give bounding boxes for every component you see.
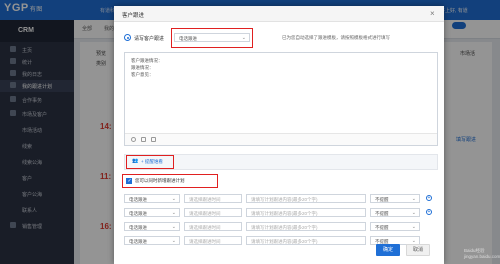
chevron-down-icon: ⌄: [411, 210, 416, 216]
plan-type-select[interactable]: 电话跟进 ⌄: [124, 236, 180, 245]
template-hint: 已为您自动选择了跟进模板，请按照模板格式进行填写: [282, 35, 390, 40]
plan-time-input[interactable]: 请选择跟进时间: [184, 222, 242, 231]
plan-checkbox-label: 您可以同时新增跟进计划: [135, 178, 185, 183]
plan-remind-select[interactable]: 不提醒 ⌄: [370, 208, 420, 217]
plan-type-select[interactable]: 电话跟进 ⌄: [124, 194, 180, 203]
add-row-icon[interactable]: +: [426, 209, 432, 215]
chevron-down-icon: ⌄: [171, 210, 176, 216]
add-row-icon[interactable]: +: [426, 195, 432, 201]
plan-remind-select[interactable]: 不提醒 ⌄: [370, 194, 420, 203]
template-label: 请写客户跟进: [134, 36, 165, 42]
modal-title: 客户跟进: [122, 13, 145, 19]
plan-content-input[interactable]: 请填写计划跟进内容(最多20个字): [246, 222, 366, 231]
plan-content-input[interactable]: 请填写计划跟进内容(最多20个字): [246, 236, 366, 245]
plan-content-input[interactable]: 请填写计划跟进内容(最多20个字): [246, 208, 366, 217]
template-radio[interactable]: [124, 34, 131, 41]
watermark: Baidu经验 jingyan.baidu.com: [464, 248, 500, 259]
close-icon[interactable]: ×: [430, 9, 435, 18]
mention-users-icon: 👥: [132, 158, 139, 164]
plan-time-input[interactable]: 请选择跟进时间: [184, 208, 242, 217]
plan-type-select[interactable]: 电话跟进 ⌄: [124, 208, 180, 217]
image-icon[interactable]: [141, 137, 146, 142]
modal-header: 客户跟进 ×: [114, 6, 444, 22]
followup-textarea[interactable]: 客户跟进情况： 跟进情况： 客户意见：: [124, 52, 438, 146]
cancel-button[interactable]: 取消: [406, 244, 430, 256]
plan-time-input[interactable]: 请选择跟进时间: [184, 194, 242, 203]
plan-content-input[interactable]: 请填写计划跟进内容(最多20个字): [246, 194, 366, 203]
chevron-down-icon: ⌄: [171, 196, 176, 202]
folder-icon[interactable]: [151, 137, 156, 142]
chevron-down-icon: ⌄: [411, 196, 416, 202]
chevron-down-icon: ⌄: [241, 35, 246, 41]
plan-checkbox[interactable]: [126, 178, 132, 184]
mention-button[interactable]: + 提醒谁看: [141, 159, 163, 165]
confirm-button[interactable]: 确定: [376, 244, 400, 256]
emoji-icon[interactable]: [131, 137, 136, 142]
plan-time-input[interactable]: 请选择跟进时间: [184, 236, 242, 245]
followup-modal: 客户跟进 × 请写客户跟进 电话跟进 ⌄ 已为您自动选择了跟进模板，请按照模板格…: [114, 6, 444, 264]
template-select[interactable]: 电话跟进 ⌄: [174, 33, 250, 42]
plan-remind-select[interactable]: 不提醒 ⌄: [370, 222, 420, 231]
chevron-down-icon: ⌄: [171, 224, 176, 230]
chevron-down-icon: ⌄: [171, 238, 176, 244]
editor-toolbar: [125, 133, 437, 145]
plan-type-select[interactable]: 电话跟进 ⌄: [124, 222, 180, 231]
chevron-down-icon: ⌄: [411, 224, 416, 230]
